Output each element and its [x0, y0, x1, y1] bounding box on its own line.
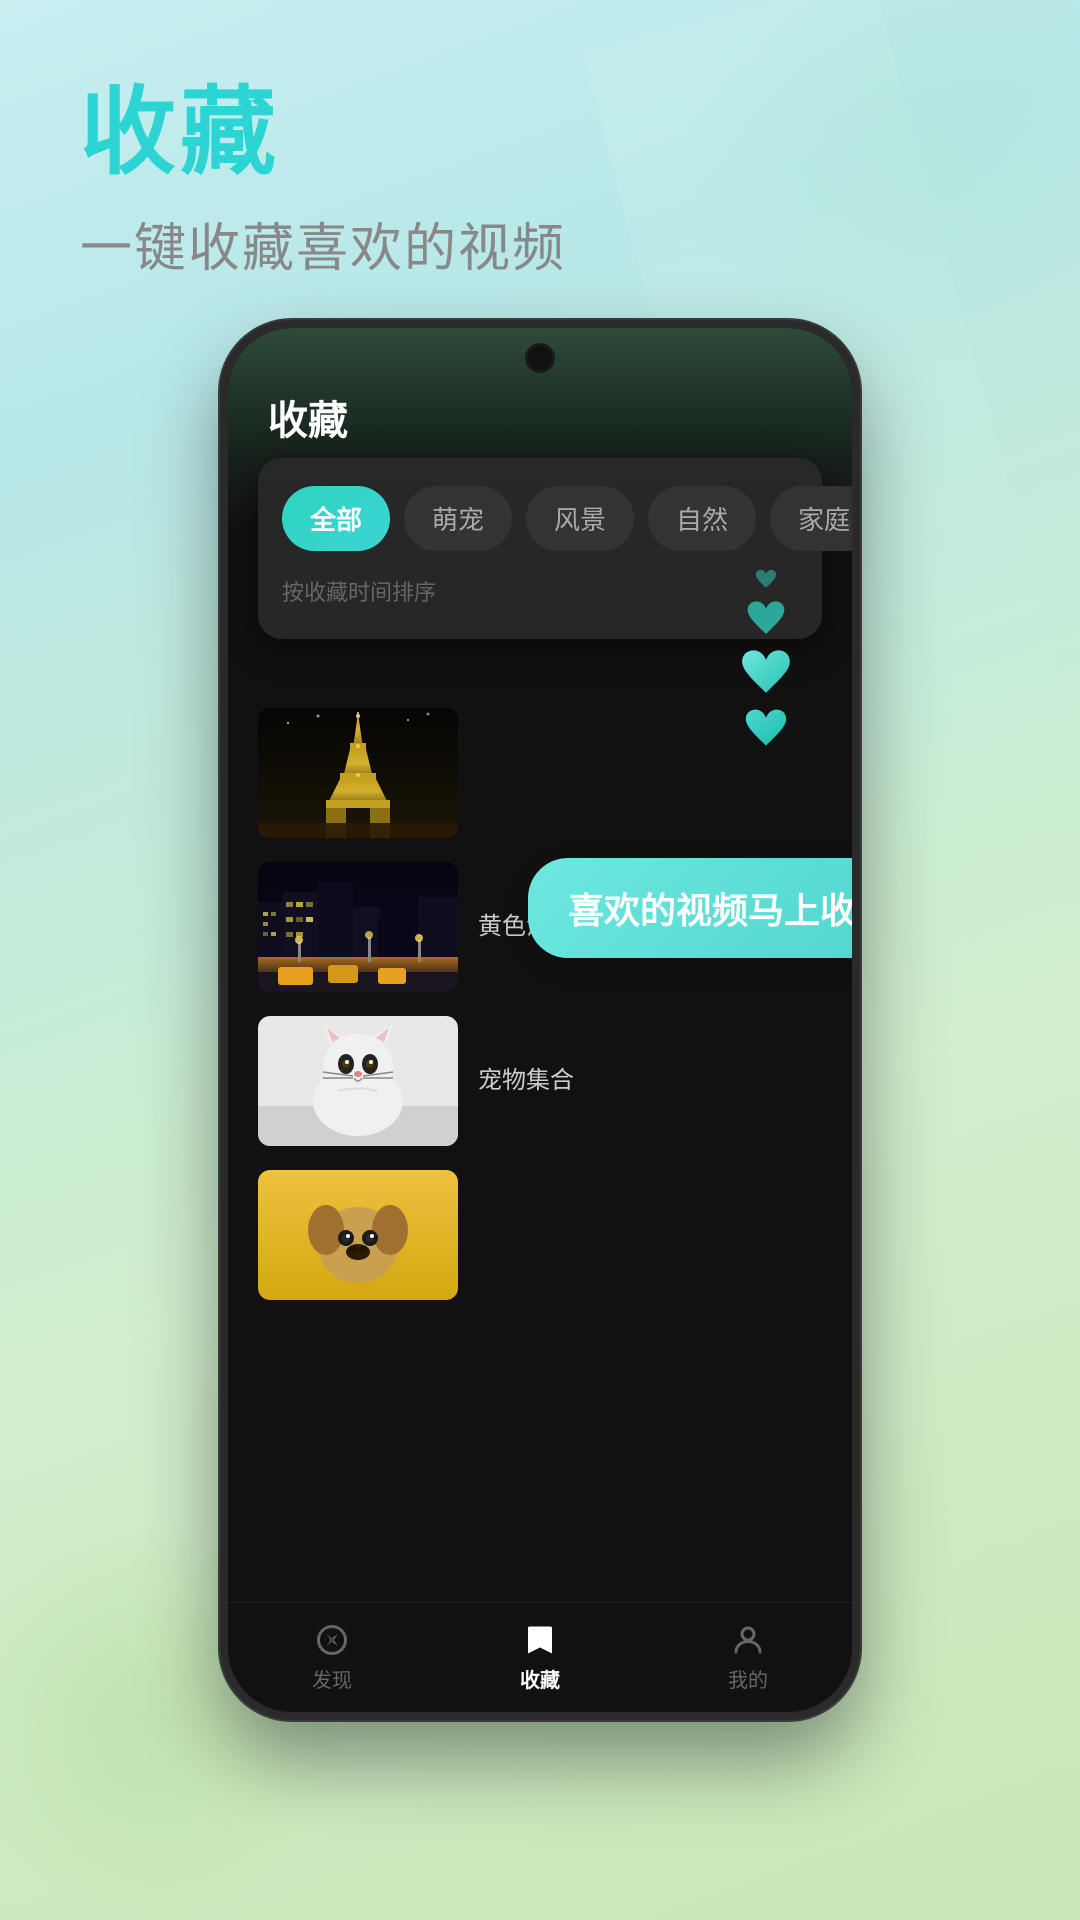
nav-label-favorites: 收藏 [520, 1664, 560, 1693]
screen-title-bar: 收藏 [268, 388, 348, 446]
bookmark-icon [522, 1622, 558, 1658]
video-info-3: 宠物集合 [458, 1064, 822, 1098]
header-section: 收藏 一键收藏喜欢的视频 [80, 80, 566, 281]
nav-item-profile[interactable]: 我的 [728, 1622, 768, 1693]
phone-screen: 收藏 全部 萌宠 风景 自然 家庭 按收藏时间排序 [228, 328, 852, 1712]
phone-frame: 收藏 全部 萌宠 风景 自然 家庭 按收藏时间排序 [220, 320, 860, 1720]
video-thumb-2 [258, 862, 458, 992]
sub-title: 一键收藏喜欢的视频 [80, 206, 566, 281]
city-image [258, 862, 458, 992]
compass-icon [314, 1622, 350, 1658]
tab-pets[interactable]: 萌宠 [404, 486, 512, 551]
bottom-nav: 发现 收藏 我的 [228, 1602, 852, 1712]
nav-item-discover[interactable]: 发现 [312, 1622, 352, 1693]
nav-item-favorites[interactable]: 收藏 [520, 1622, 560, 1693]
category-panel: 全部 萌宠 风景 自然 家庭 按收藏时间排序 [258, 458, 822, 639]
nav-label-discover: 发现 [312, 1664, 352, 1693]
hearts-container [740, 568, 792, 750]
camera-notch [528, 346, 552, 370]
screen-title: 收藏 [268, 388, 348, 446]
video-item-1[interactable] [258, 708, 822, 838]
category-tabs: 全部 萌宠 风景 自然 家庭 [282, 486, 798, 551]
video-thumb-1 [258, 708, 458, 838]
heart-medium-2 [744, 706, 788, 750]
main-title: 收藏 [80, 80, 566, 186]
video-item-4[interactable] [258, 1170, 822, 1300]
tab-family[interactable]: 家庭 [770, 486, 852, 551]
heart-medium-1 [746, 598, 786, 638]
tab-all[interactable]: 全部 [282, 486, 390, 551]
tab-nature[interactable]: 自然 [648, 486, 756, 551]
tab-scenery[interactable]: 风景 [526, 486, 634, 551]
sort-text: 按收藏时间排序 [282, 575, 798, 607]
heart-small-1 [755, 568, 777, 590]
phone-mockup: 收藏 全部 萌宠 风景 自然 家庭 按收藏时间排序 [220, 320, 860, 1720]
video-thumb-3 [258, 1016, 458, 1146]
person-icon [730, 1622, 766, 1658]
tooltip-text: 喜欢的视频马上收藏 [568, 882, 852, 934]
video-list: 黄色法拉... [228, 708, 852, 1324]
tooltip-bubble: 喜欢的视频马上收藏 [528, 858, 852, 958]
video-title-3: 宠物集合 [478, 1064, 822, 1098]
video-thumb-4 [258, 1170, 458, 1300]
heart-large [740, 646, 792, 698]
eiffel-image [258, 708, 458, 838]
nav-label-profile: 我的 [728, 1664, 768, 1693]
video-item-3[interactable]: 宠物集合 [258, 1016, 822, 1146]
